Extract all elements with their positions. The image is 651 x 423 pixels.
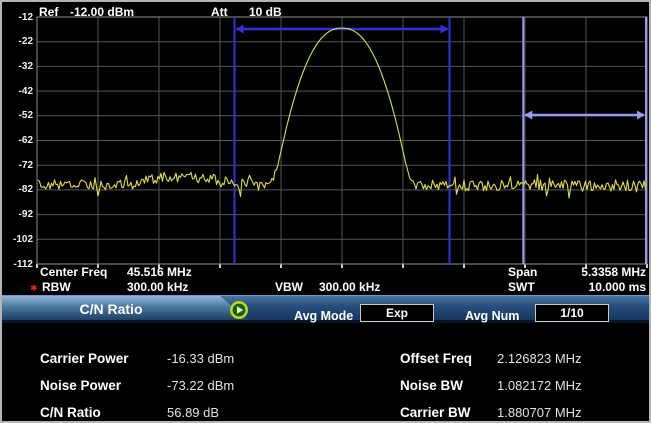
ref-level-value: -12.00 dBm xyxy=(70,5,134,19)
measurement-title: C/N Ratio xyxy=(2,301,220,317)
carrier-bw-value: 1.880707 MHz xyxy=(497,405,582,420)
cn-ratio-value: 56.89 dB xyxy=(167,405,219,420)
noise-power-label: Noise Power xyxy=(40,378,121,393)
rbw-value: 300.00 kHz xyxy=(127,280,188,294)
vbw-value: 300.00 kHz xyxy=(319,280,380,294)
y-axis-tick-label: -22 xyxy=(2,35,33,48)
measurement-title-tab[interactable]: C/N Ratio xyxy=(2,296,248,320)
graticule xyxy=(37,17,647,268)
spectrum-analyzer-screen: -12-22-32-42-52-62-72-82-92-102-112 Ref … xyxy=(0,0,651,423)
attenuation-value: 10 dB xyxy=(249,5,282,19)
y-axis-tick-label: -52 xyxy=(2,109,33,122)
vbw-label: VBW xyxy=(275,280,303,294)
carrier-power-value: -16.33 dBm xyxy=(167,351,234,366)
y-axis-tick-label: -102 xyxy=(2,233,33,246)
y-axis-tick-label: -32 xyxy=(2,60,33,73)
rbw-label: RBW xyxy=(42,280,71,294)
y-axis-tick-label: -112 xyxy=(2,258,33,271)
avg-mode-label: Avg Mode xyxy=(294,309,353,323)
carrier-bw-label: Carrier BW xyxy=(400,405,471,420)
attenuation-label: Att xyxy=(211,5,228,19)
play-icon[interactable] xyxy=(229,300,249,320)
y-axis-tick-label: -42 xyxy=(2,85,33,98)
y-axis-tick-label: -72 xyxy=(2,159,33,172)
avg-num-label: Avg Num xyxy=(465,309,519,323)
y-axis-tick-label: -82 xyxy=(2,183,33,196)
y-axis-tick-label: -12 xyxy=(2,11,33,24)
avg-mode-value-box[interactable]: Exp xyxy=(360,304,434,322)
noise-power-value: -73.22 dBm xyxy=(167,378,234,393)
offset-freq-value: 2.126823 MHz xyxy=(497,351,582,366)
cn-ratio-label: C/N Ratio xyxy=(40,405,101,420)
spectrum-plot xyxy=(2,2,651,294)
offset-freq-label: Offset Freq xyxy=(400,351,472,366)
span-value: 5.3358 MHz xyxy=(560,265,646,279)
ref-level-label: Ref xyxy=(39,5,58,19)
noise-bw-value: 1.082172 MHz xyxy=(497,378,582,393)
y-axis-tick-label: -92 xyxy=(2,208,33,221)
center-freq-value: 45.516 MHz xyxy=(127,265,192,279)
rbw-active-indicator-icon: ✱ xyxy=(30,283,38,293)
noise-bw-label: Noise BW xyxy=(400,378,463,393)
span-label: Span xyxy=(508,265,537,279)
y-axis-tick-label: -62 xyxy=(2,134,33,147)
carrier-power-label: Carrier Power xyxy=(40,351,129,366)
swt-value: 10.000 ms xyxy=(560,280,646,294)
avg-num-value-box[interactable]: 1/10 xyxy=(535,304,609,322)
swt-label: SWT xyxy=(508,280,535,294)
center-freq-label: Center Freq xyxy=(40,265,107,279)
